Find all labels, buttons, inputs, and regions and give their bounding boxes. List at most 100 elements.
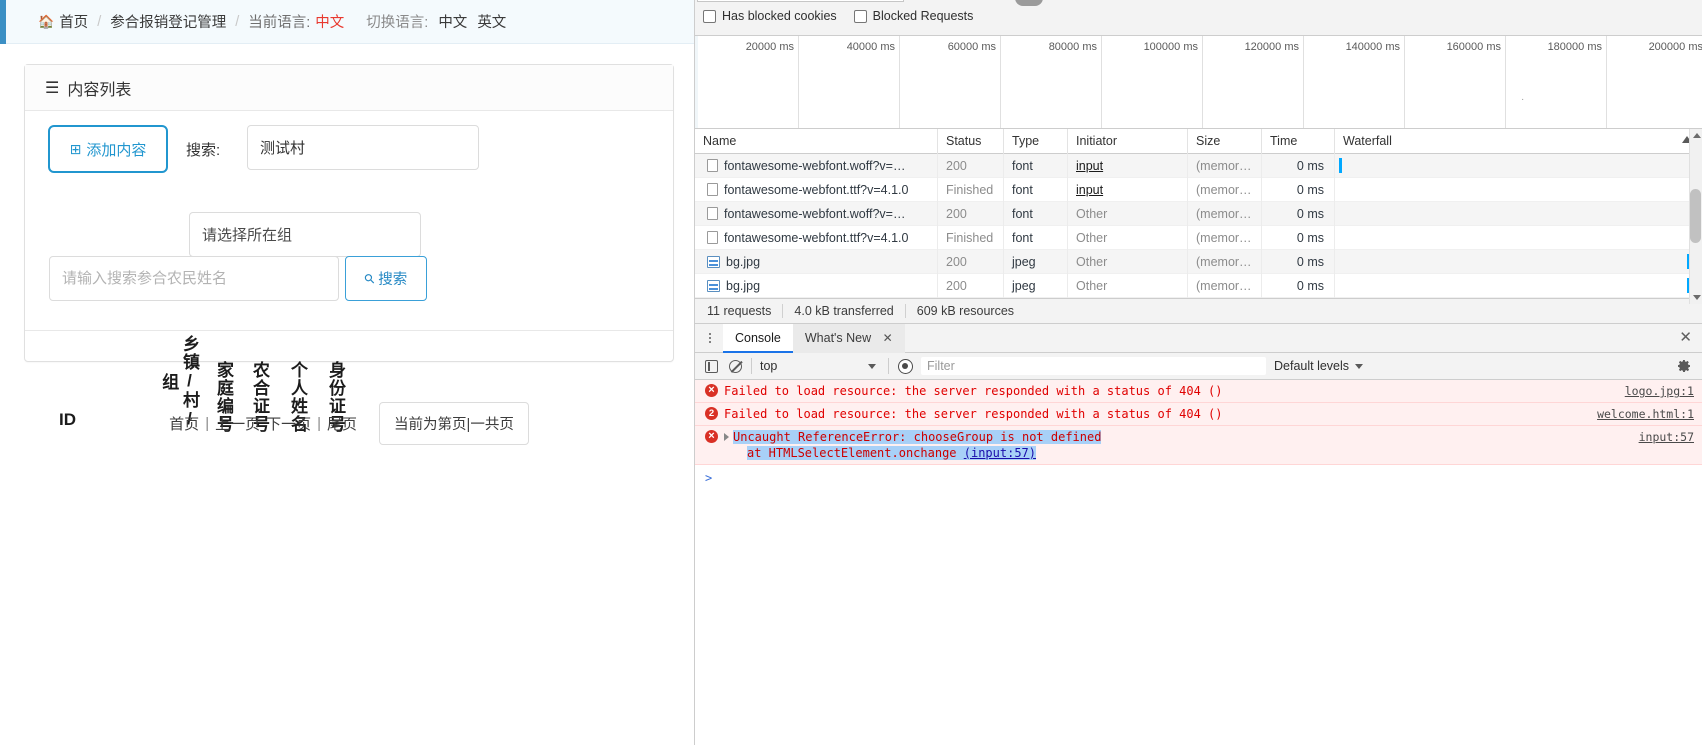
search-button[interactable]: ⚲ 搜索	[345, 256, 427, 301]
request-name-cell[interactable]: bg.jpg	[695, 274, 938, 298]
column-header-time[interactable]: Time	[1262, 129, 1335, 154]
drawer-tab-bar: Console What's New ✕ ✕	[695, 324, 1702, 353]
console-error-message[interactable]: Uncaught ReferenceError: chooseGroup is …	[695, 426, 1702, 465]
network-filter-input[interactable]	[697, 0, 904, 2]
has-blocked-cookies-checkbox[interactable]: Has blocked cookies	[703, 9, 837, 23]
blocked-requests-checkbox[interactable]: Blocked Requests	[854, 9, 974, 23]
log-levels-select[interactable]: Default levels	[1274, 359, 1363, 373]
expand-arrow-icon[interactable]	[724, 433, 729, 441]
table-row[interactable]: fontawesome-webfont.woff?v=… 200 font Ot…	[695, 202, 1702, 226]
timeline-ticks: 20000 ms 40000 ms 60000 ms 80000 ms 1000…	[695, 36, 1702, 129]
toolbar-divider	[751, 358, 752, 374]
scroll-up-arrow-icon[interactable]	[1693, 133, 1701, 138]
scrollbar-thumb[interactable]	[1690, 189, 1701, 243]
console-prompt[interactable]: >	[695, 465, 1702, 491]
village-search-input[interactable]	[247, 125, 479, 170]
timeline-tick: 120000 ms	[1203, 36, 1304, 129]
plus-square-icon: ⊞	[70, 142, 82, 156]
request-initiator[interactable]: input	[1068, 154, 1188, 178]
scroll-down-arrow-icon[interactable]	[1693, 295, 1701, 300]
network-scrollbar[interactable]	[1689, 129, 1702, 304]
pagination-prev[interactable]: 上一页	[215, 413, 260, 434]
request-name: fontawesome-webfont.woff?v=…	[724, 154, 905, 178]
request-size: (memor…	[1188, 226, 1262, 250]
chevron-down-icon	[1355, 364, 1363, 369]
execution-context-select[interactable]: top	[760, 359, 880, 373]
pagination-last[interactable]: 尾页	[327, 413, 357, 434]
tab-whats-new[interactable]: What's New ✕	[793, 324, 905, 353]
timeline-dot: ·	[1521, 94, 1524, 105]
request-size: (memor…	[1188, 154, 1262, 178]
tab-console[interactable]: Console	[723, 324, 793, 353]
pagination-sep-1: |	[205, 415, 209, 432]
network-summary-bar: 11 requests 4.0 kB transferred 609 kB re…	[695, 298, 1702, 324]
request-name-cell[interactable]: fontawesome-webfont.woff?v=…	[695, 202, 938, 226]
request-waterfall	[1335, 202, 1702, 226]
request-waterfall	[1335, 226, 1702, 250]
toggle-knob[interactable]	[1015, 0, 1043, 6]
initiator-link[interactable]: input	[1076, 183, 1103, 197]
pagination-first[interactable]: 首页	[169, 413, 199, 434]
request-time: 0 ms	[1262, 274, 1335, 298]
breadcrumb-module[interactable]: 参合报销登记管理	[110, 11, 226, 32]
table-row[interactable]: fontawesome-webfont.ttf?v=4.1.0 Finished…	[695, 226, 1702, 250]
network-table-header: Name Status Type Initiator Size Time Wat…	[695, 129, 1702, 154]
console-message-text: Failed to load resource: the server resp…	[724, 383, 1615, 399]
request-name-cell[interactable]: fontawesome-webfont.ttf?v=4.1.0	[695, 178, 938, 202]
network-filter-bar: Has blocked cookies Blocked Requests	[695, 0, 1702, 36]
font-file-icon	[707, 159, 718, 172]
timeline-tick: 200000 ms	[1607, 36, 1702, 129]
console-source-link[interactable]: welcome.html:1	[1597, 406, 1694, 422]
column-header-waterfall[interactable]: Waterfall	[1335, 129, 1702, 154]
console-stack-link[interactable]: (input:57)	[964, 446, 1036, 460]
breadcrumb-home[interactable]: 🏠 首页	[38, 11, 88, 32]
breadcrumb-home-label: 首页	[59, 11, 88, 32]
request-status: 200	[938, 274, 1004, 298]
console-sidebar-icon[interactable]	[703, 358, 719, 374]
request-name-cell[interactable]: bg.jpg	[695, 250, 938, 274]
console-error-message[interactable]: 2 Failed to load resource: the server re…	[695, 403, 1702, 426]
more-options-icon[interactable]	[701, 333, 719, 343]
table-row[interactable]: bg.jpg 200 jpeg Other (memor… 0 ms	[695, 274, 1702, 298]
table-row[interactable]: bg.jpg 200 jpeg Other (memor… 0 ms	[695, 250, 1702, 274]
web-page-pane: 🏠 首页 / 参合报销登记管理 / 当前语言: 中文 切换语言: 中文 英文 ☰…	[0, 0, 694, 745]
request-time: 0 ms	[1262, 178, 1335, 202]
console-filter-input[interactable]	[921, 357, 1266, 375]
console-source-link[interactable]: input:57	[1639, 429, 1694, 445]
table-row[interactable]: fontawesome-webfont.woff?v=… 200 font in…	[695, 154, 1702, 178]
column-header-size[interactable]: Size	[1188, 129, 1262, 154]
panel-title: 内容列表	[67, 76, 131, 100]
console-error-message[interactable]: Failed to load resource: the server resp…	[695, 380, 1702, 403]
close-icon[interactable]: ✕	[883, 331, 893, 345]
column-header-initiator[interactable]: Initiator	[1068, 129, 1188, 154]
add-content-button[interactable]: ⊞ 添加内容	[48, 125, 168, 173]
console-source-link[interactable]: logo.jpg:1	[1625, 383, 1694, 399]
switch-language-label: 切换语言:	[366, 11, 428, 32]
font-file-icon	[707, 231, 718, 244]
group-select[interactable]	[189, 212, 421, 257]
pagination: 首页 | 上一页 下一页 | 尾页 当前为第页|一共页	[24, 402, 674, 445]
clear-console-icon[interactable]	[727, 358, 743, 374]
request-name-cell[interactable]: fontawesome-webfont.woff?v=…	[695, 154, 938, 178]
request-size: (memor…	[1188, 202, 1262, 226]
search-label: 搜索:	[186, 139, 220, 160]
initiator-link[interactable]: input	[1076, 159, 1103, 173]
live-expression-icon[interactable]	[897, 358, 913, 374]
request-initiator: Other	[1068, 250, 1188, 274]
close-drawer-icon[interactable]: ✕	[1679, 330, 1692, 345]
farmer-name-input[interactable]	[49, 256, 339, 301]
accent-bar	[0, 0, 6, 44]
gear-icon[interactable]	[1676, 358, 1692, 374]
column-header-type[interactable]: Type	[1004, 129, 1068, 154]
table-row[interactable]: fontawesome-webfont.ttf?v=4.1.0 Finished…	[695, 178, 1702, 202]
network-timeline-overview[interactable]: 20000 ms 40000 ms 60000 ms 80000 ms 1000…	[695, 36, 1702, 129]
column-header-name[interactable]: Name	[695, 129, 938, 154]
pagination-next[interactable]: 下一页	[266, 413, 311, 434]
request-initiator[interactable]: input	[1068, 178, 1188, 202]
request-name-cell[interactable]: fontawesome-webfont.ttf?v=4.1.0	[695, 226, 938, 250]
tab-console-label: Console	[735, 331, 781, 345]
column-header-status[interactable]: Status	[938, 129, 1004, 154]
language-option-zh[interactable]: 中文	[438, 11, 467, 32]
language-option-en[interactable]: 英文	[477, 11, 506, 32]
pagination-sep-2: |	[317, 415, 321, 432]
